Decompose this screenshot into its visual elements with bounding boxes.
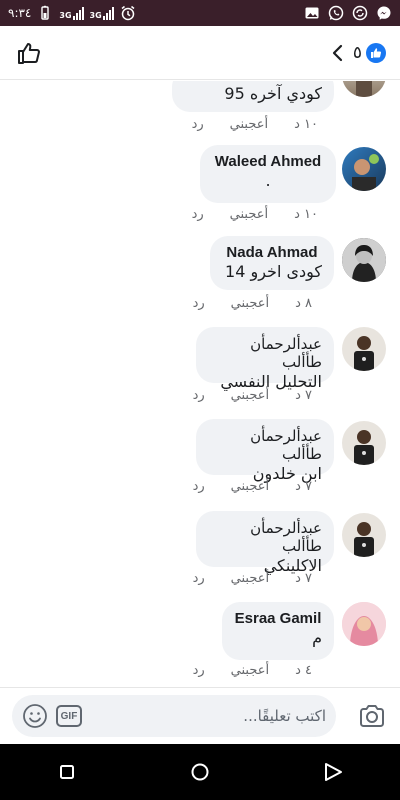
- comment-input[interactable]: [88, 707, 326, 725]
- comments-header: ٥: [0, 26, 400, 80]
- messenger-icon: [376, 5, 392, 21]
- gif-button[interactable]: GIF: [56, 705, 82, 727]
- comment-time: ٧ د: [295, 479, 312, 494]
- chevron-left-icon[interactable]: [327, 42, 349, 64]
- comment-bubble[interactable]: Waleed Ahmed .: [200, 145, 336, 203]
- avatar[interactable]: [342, 81, 386, 97]
- avatar[interactable]: [342, 602, 386, 646]
- comment-bubble[interactable]: Esraa Gamil م: [222, 602, 334, 660]
- commenter-name[interactable]: عبدألرحمأن طأألب: [208, 335, 322, 371]
- avatar[interactable]: [342, 513, 386, 557]
- status-bar: ٩:٣٤ 3G 3G: [0, 0, 400, 26]
- comment-bubble[interactable]: Nada Ahmad كودى اخرو 14: [210, 236, 334, 290]
- triangle-back-icon: [325, 763, 343, 781]
- like-comment-button[interactable]: أعجبني: [230, 207, 268, 222]
- comment-text: كودى اخرو 14: [225, 262, 322, 281]
- comment-time: ١٠ د: [294, 207, 318, 222]
- network-type-2: 3G: [89, 10, 102, 20]
- avatar[interactable]: [342, 421, 386, 465]
- reply-button[interactable]: رد: [193, 479, 205, 494]
- comment-composer: GIF: [0, 687, 400, 744]
- system-nav-bar: [0, 744, 400, 800]
- comment-bubble[interactable]: عبدألرحمأن طأألب التحليل النفسي: [196, 327, 334, 391]
- comment-actions: ١٠ د أعجبني رد: [192, 117, 318, 132]
- comment-bubble[interactable]: كودي آخره 95: [172, 81, 334, 112]
- avatar[interactable]: [342, 238, 386, 282]
- recent-apps-button[interactable]: [53, 758, 81, 786]
- commenter-name[interactable]: عبدألرحمأن طأألب: [208, 427, 322, 463]
- commenter-name[interactable]: Waleed Ahmed: [212, 153, 324, 170]
- clock: ٩:٣٤: [8, 6, 32, 20]
- reply-button[interactable]: رد: [193, 388, 205, 403]
- reply-button[interactable]: رد: [192, 207, 204, 222]
- status-left: ٩:٣٤ 3G 3G: [8, 5, 136, 21]
- square-icon: [59, 765, 74, 779]
- comment-text: .: [265, 171, 271, 190]
- comment-actions: ٧ د أعجبني رد: [193, 479, 312, 494]
- battery-icon: [37, 5, 53, 21]
- like-comment-button[interactable]: أعجبني: [230, 117, 268, 132]
- reply-button[interactable]: رد: [193, 663, 205, 678]
- thumbs-up-icon: [18, 42, 40, 64]
- comment-time: ٧ د: [295, 571, 312, 586]
- comment-time: ٧ د: [295, 388, 312, 403]
- commenter-name[interactable]: Nada Ahmad: [222, 244, 322, 261]
- avatar[interactable]: [342, 147, 386, 191]
- comment-time: ٨ د: [295, 296, 312, 311]
- like-comment-button[interactable]: أعجبني: [231, 571, 269, 586]
- comments-list[interactable]: كودي آخره 95 ١٠ د أعجبني رد Waleed Ahmed…: [0, 81, 400, 687]
- like-comment-button[interactable]: أعجبني: [231, 663, 269, 678]
- like-post-button[interactable]: [14, 38, 44, 68]
- emoji-icon[interactable]: [22, 703, 48, 729]
- sync-icon: [352, 5, 368, 21]
- comment-actions: ٤ د أعجبني رد: [193, 663, 312, 678]
- network-type-1: 3G: [59, 10, 72, 20]
- circle-icon: [191, 763, 209, 781]
- commenter-name[interactable]: Esraa Gamil: [234, 610, 322, 627]
- whatsapp-icon: [328, 5, 344, 21]
- reply-button[interactable]: رد: [192, 117, 204, 132]
- reply-button[interactable]: رد: [193, 571, 205, 586]
- home-button[interactable]: [186, 758, 214, 786]
- signal-icon: 3G: [59, 6, 84, 20]
- comment-time: ٤ د: [295, 663, 312, 678]
- comment-time: ١٠ د: [294, 117, 318, 132]
- comment-bubble[interactable]: عبدألرحمأن طأألب الاكلينكي: [196, 511, 334, 575]
- reaction-count: ٥: [352, 42, 362, 63]
- commenter-name[interactable]: عبدألرحمأن طأألب: [208, 519, 322, 555]
- comment-input-box[interactable]: GIF: [12, 695, 336, 737]
- comment-text: كودي آخره 95: [224, 84, 322, 103]
- comment-actions: ٧ د أعجبني رد: [193, 388, 312, 403]
- reply-button[interactable]: رد: [193, 296, 205, 311]
- comment-actions: ٨ د أعجبني رد: [193, 296, 312, 311]
- gallery-icon: [304, 5, 320, 21]
- signal-icon-2: 3G: [89, 6, 114, 20]
- comment-actions: ٧ د أعجبني رد: [193, 571, 312, 586]
- alarm-icon: [120, 5, 136, 21]
- camera-icon[interactable]: [358, 702, 386, 730]
- like-comment-button[interactable]: أعجبني: [231, 479, 269, 494]
- reactions-summary[interactable]: ٥: [327, 42, 386, 64]
- like-comment-button[interactable]: أعجبني: [231, 296, 269, 311]
- like-comment-button[interactable]: أعجبني: [231, 388, 269, 403]
- comment-bubble[interactable]: عبدألرحمأن طأألب ابن خلدون: [196, 419, 334, 483]
- comment-actions: ١٠ د أعجبني رد: [192, 207, 318, 222]
- status-right: [304, 5, 392, 21]
- like-reaction-icon: [366, 42, 386, 63]
- back-button[interactable]: [319, 758, 347, 786]
- comment-text: م: [312, 628, 322, 647]
- avatar[interactable]: [342, 327, 386, 371]
